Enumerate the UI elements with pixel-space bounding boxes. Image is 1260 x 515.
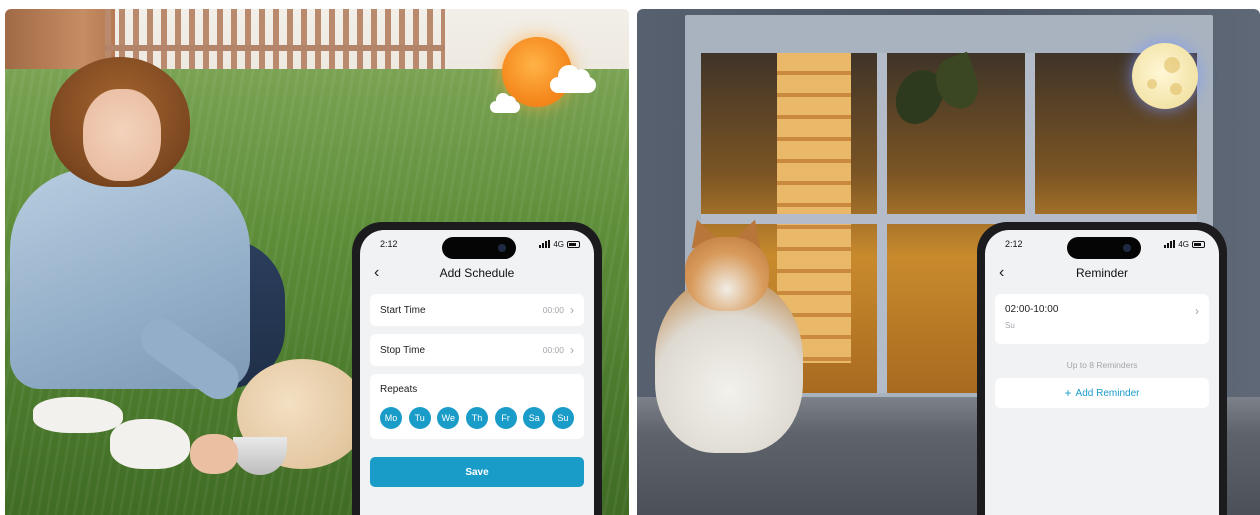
status-time: 2:12: [1005, 239, 1023, 249]
moon-crater: [1147, 79, 1157, 89]
boy-face: [83, 89, 161, 181]
moon-crater: [1164, 57, 1180, 73]
phone-screen: 2:12 4G ‹ Add Schedule Start Time 00:00 …: [360, 230, 594, 515]
day-toggle-mo[interactable]: Mo: [380, 407, 402, 429]
chevron-right-icon: ›: [1195, 304, 1199, 318]
day-toggle-su[interactable]: Su: [551, 407, 574, 429]
day-toggle-we[interactable]: We: [437, 407, 460, 429]
chevron-left-icon[interactable]: ‹: [374, 264, 379, 282]
window-mullion: [1025, 53, 1035, 233]
nav-bar: ‹ Add Schedule: [360, 258, 594, 288]
reminder-time-range: 02:00-10:00: [1005, 304, 1059, 315]
battery-icon: [567, 240, 580, 248]
battery-icon: [1192, 240, 1205, 248]
start-time-value: 00:00: [542, 305, 564, 315]
dynamic-island: [442, 237, 516, 259]
day-selector: Mo Tu We Th Fr Sa Su: [380, 407, 574, 429]
status-indicators: 4G: [1164, 240, 1205, 249]
plus-icon: +: [1064, 386, 1072, 400]
day-toggle-tu[interactable]: Tu: [408, 407, 431, 429]
camera-dot: [1123, 244, 1131, 252]
signal-icon: [539, 240, 551, 248]
stop-time-value: 00:00: [542, 345, 564, 355]
phone-reminder: 2:12 4G ‹ Reminder 02:00-10:00 Su › Up t…: [977, 222, 1227, 515]
moon-icon: [1132, 43, 1198, 109]
moon-crater: [1170, 83, 1182, 95]
signal-icon: [1164, 240, 1176, 248]
add-reminder-label: Add Reminder: [1075, 387, 1140, 399]
nav-bar: ‹ Reminder: [985, 258, 1219, 288]
chevron-left-icon[interactable]: ‹: [999, 264, 1004, 282]
cloud-icon: [550, 65, 596, 93]
day-toggle-sa[interactable]: Sa: [523, 407, 546, 429]
fence-rail: [105, 45, 445, 51]
reminder-days: Su: [1005, 321, 1015, 330]
phone-add-schedule: 2:12 4G ‹ Add Schedule Start Time 00:00 …: [352, 222, 602, 515]
dynamic-island: [1067, 237, 1141, 259]
cloud-icon: [490, 93, 520, 113]
shoe: [110, 419, 190, 469]
chevron-right-icon: ›: [570, 303, 574, 317]
save-button[interactable]: Save: [370, 457, 584, 487]
repeats-label: Repeats: [380, 384, 418, 395]
cat-head: [685, 237, 769, 311]
phone-screen: 2:12 4G ‹ Reminder 02:00-10:00 Su › Up t…: [985, 230, 1219, 515]
start-time-value-group: 00:00 ›: [543, 303, 574, 317]
day-toggle-th[interactable]: Th: [465, 407, 488, 429]
stop-time-label: Stop Time: [380, 344, 426, 356]
boy-hand: [190, 434, 238, 474]
camera-dot: [498, 244, 506, 252]
start-time-label: Start Time: [380, 304, 426, 316]
page-title: Add Schedule: [439, 266, 515, 280]
network-label: 4G: [553, 239, 564, 249]
stop-time-value-group: 00:00 ›: [543, 343, 574, 357]
network-label: 4G: [1178, 239, 1189, 249]
repeats-card: Repeats Mo Tu We Th Fr Sa Su: [370, 374, 584, 439]
day-toggle-fr[interactable]: Fr: [494, 407, 517, 429]
add-reminder-button[interactable]: + Add Reminder: [995, 378, 1209, 408]
stop-time-row[interactable]: Stop Time 00:00 ›: [370, 334, 584, 366]
reminder-limit-text: Up to 8 Reminders: [1066, 360, 1138, 370]
page-title: Reminder: [1075, 266, 1129, 280]
chevron-right-icon: ›: [570, 343, 574, 357]
reminder-item[interactable]: 02:00-10:00 Su ›: [995, 294, 1209, 344]
start-time-row[interactable]: Start Time 00:00 ›: [370, 294, 584, 326]
status-indicators: 4G: [539, 240, 580, 249]
shoe: [33, 397, 123, 433]
status-time: 2:12: [380, 239, 398, 249]
